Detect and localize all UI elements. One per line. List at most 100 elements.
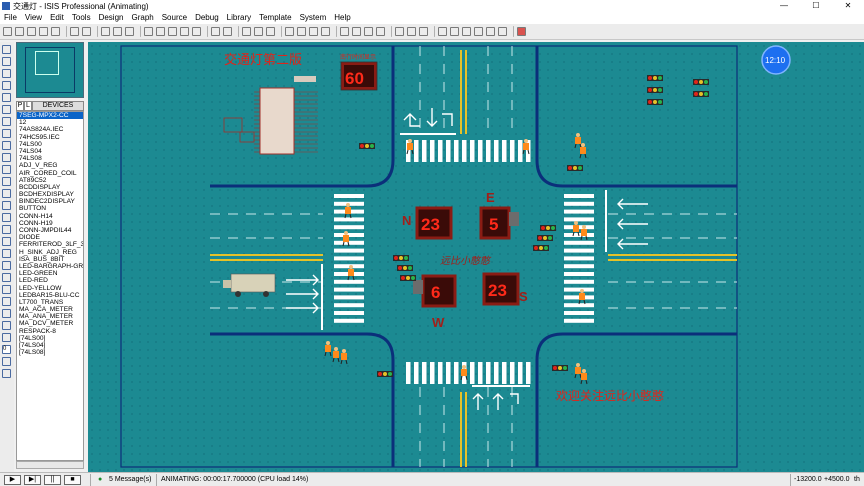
overview-window[interactable]: [16, 42, 84, 98]
menu-source[interactable]: Source: [158, 12, 191, 24]
circle-icon[interactable]: [2, 249, 11, 258]
netlist-icon[interactable]: [498, 27, 507, 36]
device-list-item[interactable]: [74LS08]: [17, 349, 83, 356]
arc-icon[interactable]: [2, 261, 11, 270]
voltage-probe-icon[interactable]: [2, 189, 11, 198]
rotate-ccw-icon[interactable]: [2, 333, 11, 342]
menu-help[interactable]: Help: [330, 12, 354, 24]
device-list-item[interactable]: 74AS824A.IEC: [17, 126, 83, 133]
device-list-item[interactable]: 74LS04: [17, 148, 83, 155]
pick-devices-button[interactable]: P: [16, 101, 24, 111]
menu-template[interactable]: Template: [255, 12, 295, 24]
step-button[interactable]: ▶|: [24, 475, 41, 485]
device-pin-icon[interactable]: [2, 141, 11, 150]
redo-icon[interactable]: [223, 27, 232, 36]
device-list-item[interactable]: 74LS08: [17, 155, 83, 162]
device-list[interactable]: 7SEG-MPX2-CC 12 74AS824A.IEC 74HC595.IEC 74L…: [16, 111, 84, 461]
device-list-item[interactable]: 74LS00: [17, 141, 83, 148]
device-list-item[interactable]: 74HC595.IEC: [17, 134, 83, 141]
device-list-item[interactable]: ISA_BUS_8BIT: [17, 256, 83, 263]
menu-system[interactable]: System: [296, 12, 331, 24]
block-rotate-icon[interactable]: [309, 27, 318, 36]
device-list-item[interactable]: DIODE: [17, 234, 83, 241]
device-list-item[interactable]: H_SINK_ADJ_REG: [17, 249, 83, 256]
print-area-icon[interactable]: [82, 27, 91, 36]
line-icon[interactable]: [2, 225, 11, 234]
electrical-check-icon[interactable]: [486, 27, 495, 36]
zoom-out-icon[interactable]: [168, 27, 177, 36]
component-mode-icon[interactable]: [2, 57, 11, 66]
minimize-button[interactable]: —: [768, 0, 800, 12]
generator-icon[interactable]: [2, 177, 11, 186]
device-list-item[interactable]: LED-BARGRAPH-GRN: [17, 263, 83, 270]
print-icon[interactable]: [70, 27, 79, 36]
device-list-item[interactable]: LED-YELLOW: [17, 285, 83, 292]
menu-view[interactable]: View: [21, 12, 46, 24]
menu-debug[interactable]: Debug: [191, 12, 223, 24]
device-list-item[interactable]: MA_DCV_METER: [17, 320, 83, 327]
import-icon[interactable]: [39, 27, 48, 36]
device-list-item[interactable]: [74LS00]: [17, 335, 83, 342]
message-count[interactable]: 5 Message(s): [109, 475, 151, 485]
virtual-instrument-icon[interactable]: [2, 213, 11, 222]
device-list-item[interactable]: BUTTON: [17, 205, 83, 212]
save-icon[interactable]: [27, 27, 36, 36]
export-icon[interactable]: [51, 27, 60, 36]
device-list-item[interactable]: 12: [17, 119, 83, 126]
device-list-item[interactable]: CONN-H19: [17, 220, 83, 227]
menu-design[interactable]: Design: [95, 12, 128, 24]
property-assign-icon[interactable]: [419, 27, 428, 36]
device-list-scrollbar[interactable]: [16, 461, 84, 469]
origin-icon[interactable]: [125, 27, 134, 36]
grid-icon[interactable]: [113, 27, 122, 36]
symbol-icon[interactable]: [2, 297, 11, 306]
junction-dot-icon[interactable]: [2, 69, 11, 78]
bill-of-materials-icon[interactable]: [474, 27, 483, 36]
search-icon[interactable]: [407, 27, 416, 36]
device-list-item[interactable]: BCDHEXDISPLAY: [17, 191, 83, 198]
close-button[interactable]: ✕: [832, 0, 864, 12]
device-list-item[interactable]: LED-GREEN: [17, 270, 83, 277]
device-list-item[interactable]: LED-RED: [17, 277, 83, 284]
schematic-canvas[interactable]: 交通灯第二版 南行时间显示 60 N E W S 23 5 6 23 远比小憨憨…: [88, 42, 864, 472]
pan-icon[interactable]: [144, 27, 153, 36]
menu-library[interactable]: Library: [223, 12, 255, 24]
device-list-item[interactable]: CONN-JMPDIL44: [17, 227, 83, 234]
maximize-button[interactable]: ☐: [800, 0, 832, 12]
ares-icon[interactable]: [517, 27, 526, 36]
device-list-item[interactable]: MA_ANA_METER: [17, 313, 83, 320]
paste-icon[interactable]: [266, 27, 275, 36]
stop-button[interactable]: ■: [64, 475, 81, 485]
path-icon[interactable]: [2, 273, 11, 282]
exit-to-parent-icon[interactable]: [462, 27, 471, 36]
wire-autorouter-icon[interactable]: [395, 27, 404, 36]
block-delete-icon[interactable]: [321, 27, 330, 36]
graph-icon[interactable]: [2, 153, 11, 162]
play-button[interactable]: ▶: [4, 475, 21, 485]
device-list-item[interactable]: BINDEC2DISPLAY: [17, 198, 83, 205]
new-file-icon[interactable]: [3, 27, 12, 36]
device-list-item[interactable]: LEDBAR15-BLU-CC: [17, 292, 83, 299]
terminal-icon[interactable]: [2, 129, 11, 138]
box-icon[interactable]: [2, 237, 11, 246]
message-status-icon[interactable]: ●: [98, 475, 102, 485]
block-move-icon[interactable]: [297, 27, 306, 36]
cut-icon[interactable]: [242, 27, 251, 36]
make-device-icon[interactable]: [352, 27, 361, 36]
pause-button[interactable]: ||: [44, 475, 61, 485]
copy-icon[interactable]: [254, 27, 263, 36]
device-list-item[interactable]: FERRITEROD_3LF_3HF: [17, 241, 83, 248]
text-icon[interactable]: [2, 285, 11, 294]
selection-mode-icon[interactable]: [2, 45, 11, 54]
device-list-item[interactable]: BCDDISPLAY: [17, 184, 83, 191]
library-manager-button[interactable]: L: [24, 101, 32, 111]
device-list-item[interactable]: ADJ_V_REG: [17, 162, 83, 169]
text-script-icon[interactable]: [2, 93, 11, 102]
menu-graph[interactable]: Graph: [127, 12, 157, 24]
device-list-item[interactable]: 7SEG-MPX2-CC: [17, 112, 83, 120]
remove-sheet-icon[interactable]: [450, 27, 459, 36]
refresh-icon[interactable]: [101, 27, 110, 36]
device-list-item[interactable]: MA_ACA_METER: [17, 306, 83, 313]
mirror-x-icon[interactable]: [2, 357, 11, 366]
open-file-icon[interactable]: [15, 27, 24, 36]
